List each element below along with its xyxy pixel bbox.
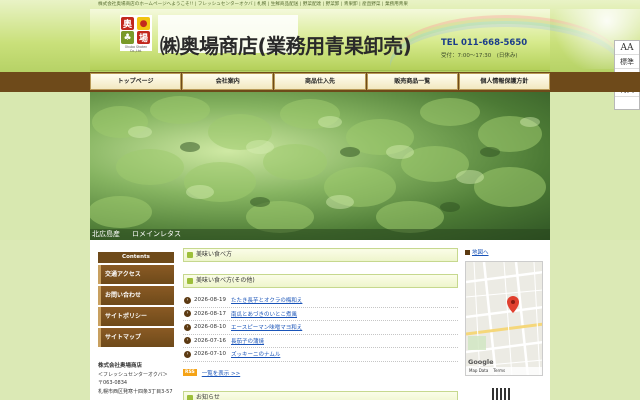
logo-sun-icon: ● [137,17,150,30]
list-footer: RSS 一覧を表示 >> [183,368,458,378]
rss-icon[interactable]: RSS [183,369,197,376]
arrow-icon: › [184,350,191,358]
google-logo: Google [468,358,494,366]
logo-subtitle: Okuba Shoten Co.,Ltd. [124,45,148,53]
hero-image: 北広島産 ロメインレタス [90,92,550,240]
logo-char-2: 場 [137,31,150,44]
font-size-standard-button[interactable]: 標準 [615,55,639,69]
list-item: › 2026-07-16 長茄子の蒲焼 [183,335,458,348]
arrow-icon: › [184,310,191,318]
section-heading-recipes-other: 美味い食べ方(その他) [183,274,458,288]
section-heading-news: お知らせ [183,391,458,400]
map-link[interactable]: 地図へ [465,248,543,256]
sidebar-heading: Contents [98,252,174,263]
company-info-postal: 〒063-0834 [98,380,128,386]
google-map[interactable]: Google Map Data Terms [465,261,543,376]
nav-item-company[interactable]: 会社案内 [182,73,274,90]
arrow-icon: › [184,337,191,345]
sidebar: Contents 交通アクセス お問い合わせ サイトポリシー サイトマップ [98,252,174,347]
phone-number: TEL 011-668-5650 [441,38,528,48]
font-size-icon: AA [615,41,639,55]
main-nav: トップページ 会社案内 商品仕入先 販売商品一覧 個人情報保護方針 [90,73,551,90]
list-item: › 2026-08-17 南瓜とあづきのいとこ煮風 [183,308,458,321]
qr-code [492,388,512,400]
bullet-icon [465,249,470,255]
item-link[interactable]: エースピーマン味噌マヨ和え [231,323,302,331]
logo-char-1: 奥 [121,17,134,30]
item-date: 2026-08-17 [194,310,226,317]
recipe-list: › 2026-08-19 たたき長芋とオクラの梅和え › 2026-08-17 … [183,294,458,362]
map-link-label: 地図へ [472,250,489,256]
arrow-icon: › [184,296,191,304]
map-terms-label[interactable]: Terms [493,367,505,375]
arrow-icon: › [184,323,191,331]
list-item: › 2026-08-10 エースピーマン味噌マヨ和え [183,321,458,335]
sidebar-item-access[interactable]: 交通アクセス [98,265,174,284]
item-link[interactable]: 長茄子の蒲焼 [231,337,264,345]
item-link[interactable]: ズッキーニのナムル [231,350,280,358]
main-content: 美味い食べ方 美味い食べ方(その他) › 2026-08-19 たたき長芋とオク… [183,248,458,400]
company-info-name: 株式会社奥場商店 [98,363,143,369]
sidebar-item-site-policy[interactable]: サイトポリシー [98,307,174,326]
hero-caption: 北広島産 ロメインレタス [90,229,550,240]
view-all-link[interactable]: 一覧を表示 >> [202,369,240,377]
business-hours: 受付：7:00～17:30 (日休み) [441,53,518,59]
map-data-label[interactable]: Map Data [469,367,488,375]
hero-caption-place: 北広島産 [92,230,120,238]
map-panel: 地図へ Google Map Data Terms [465,248,543,376]
company-info-sub: ＜フレッシュセンターオクバ＞ [98,371,168,378]
item-date: 2026-08-10 [194,324,226,331]
item-link[interactable]: たたき長芋とオクラの梅和え [231,296,302,304]
item-date: 2026-07-16 [194,337,226,344]
company-info: 株式会社奥場商店 ＜フレッシュセンターオクバ＞ 〒063-0834 札幌市西区発… [98,362,178,396]
item-date: 2026-07-10 [194,351,226,358]
item-link[interactable]: 南瓜とあづきのいとこ煮風 [231,310,297,318]
map-footer: Map Data Terms [466,367,542,375]
list-item: › 2026-07-10 ズッキーニのナムル [183,348,458,362]
company-info-address: 札幌市西区発寒十四条3丁目3-57 [98,388,173,395]
item-date: 2026-08-19 [194,297,226,304]
nav-item-suppliers[interactable]: 商品仕入先 [274,73,366,90]
page-title: ㈱奥場商店(業務用青果卸売) [160,34,412,58]
company-logo[interactable]: 奥 ● ♣ 場 Okuba Shoten Co.,Ltd. [120,15,152,53]
lettuce-field-illustration [90,96,546,233]
site-tagline: 株式会社奥場商店のホームページへようこそ!! | フレッシュセンターオクバ | … [98,2,408,7]
list-item: › 2026-08-19 たたき長芋とオクラの梅和え [183,294,458,308]
section-heading-recipes: 美味い食べ方 [183,248,458,262]
hero-caption-item: ロメインレタス [132,230,181,238]
logo-leaf-icon: ♣ [121,31,134,44]
sidebar-item-sitemap[interactable]: サイトマップ [98,328,174,347]
nav-item-top[interactable]: トップページ [90,73,182,90]
sidebar-item-contact[interactable]: お問い合わせ [98,286,174,305]
nav-item-products[interactable]: 販売商品一覧 [366,73,458,90]
nav-item-privacy[interactable]: 個人情報保護方針 [458,73,551,90]
